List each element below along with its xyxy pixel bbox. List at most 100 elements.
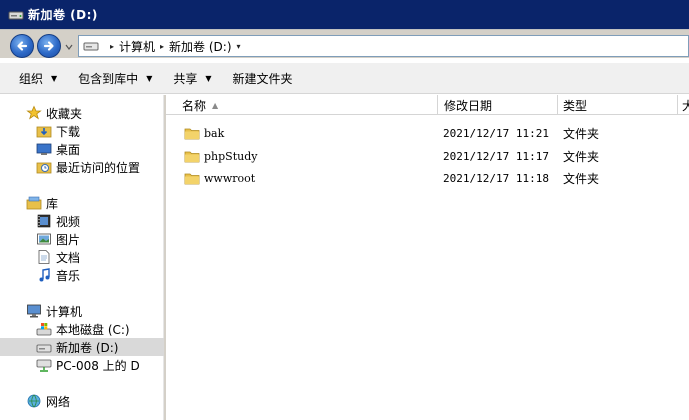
nav-recent-places[interactable]: 最近访问的位置: [0, 158, 164, 176]
file-date: 2021/12/17 11:18: [443, 171, 549, 185]
network-icon: [26, 393, 42, 409]
nav-label: 文档: [56, 250, 81, 265]
recent-pages-dropdown[interactable]: [64, 42, 74, 52]
column-header-size[interactable]: 大: [678, 95, 689, 115]
file-row[interactable]: wwwroot 2021/12/17 11:18 文件夹: [166, 167, 689, 189]
file-type: 文件夹: [563, 126, 600, 141]
nav-new-volume-d[interactable]: 新加卷 (D:): [0, 338, 164, 356]
nav-music[interactable]: 音乐: [0, 266, 164, 284]
command-bar: 组织 ▼ 包含到库中 ▼ 共享 ▼ 新建文件夹: [0, 62, 689, 94]
document-icon: [36, 249, 52, 265]
file-name: wwwroot: [204, 171, 256, 185]
column-header-row: 名称 ▲ 修改日期 类型 大: [166, 95, 689, 115]
file-date: 2021/12/17 11:21: [443, 126, 549, 140]
nav-label: 最近访问的位置: [56, 160, 141, 175]
column-header-name[interactable]: 名称 ▲: [166, 95, 438, 115]
address-bar[interactable]: ▸ 计算机 ▸ 新加卷 (D:) ▾: [78, 35, 689, 57]
folder-icon: [184, 128, 200, 140]
new-folder-button[interactable]: 新建文件夹: [233, 70, 293, 87]
column-date-label: 修改日期: [444, 98, 493, 113]
nav-network[interactable]: 网络: [0, 392, 164, 410]
breadcrumb-new-volume[interactable]: 新加卷 (D:): [169, 38, 231, 55]
organize-label: 组织: [19, 71, 44, 86]
file-list[interactable]: 名称 ▲ 修改日期 类型 大 bak 2021/12/17 11:21 文件夹: [166, 95, 689, 420]
nav-label: 本地磁盘 (C:): [56, 322, 130, 337]
file-name-cell: bak: [166, 125, 438, 141]
chevron-down-icon[interactable]: ▾: [237, 42, 241, 51]
nav-label: 图片: [56, 232, 81, 247]
nav-favorites[interactable]: 收藏夹: [0, 104, 164, 122]
sort-ascending-icon: ▲: [212, 100, 219, 110]
nav-desktop[interactable]: 桌面: [0, 140, 164, 158]
address-row: ▸ 计算机 ▸ 新加卷 (D:) ▾: [0, 34, 689, 58]
breadcrumb-computer[interactable]: 计算机: [119, 38, 155, 55]
nav-computer[interactable]: 计算机: [0, 302, 164, 320]
share-label: 共享: [173, 71, 198, 86]
nav-label: PC-008 上的 D: [56, 358, 140, 373]
forward-arrow-icon: [43, 41, 54, 51]
recent-places-icon: [36, 159, 52, 175]
chevron-down-icon: ▼: [205, 73, 212, 83]
drive-icon: [8, 11, 24, 19]
back-button[interactable]: [10, 34, 34, 58]
library-icon: [26, 195, 42, 211]
chevron-right-icon[interactable]: ▸: [110, 42, 114, 51]
nav-label: 网络: [46, 394, 71, 409]
organize-button[interactable]: 组织 ▼: [19, 70, 57, 87]
include-in-library-button[interactable]: 包含到库中 ▼: [78, 70, 152, 87]
star-icon: [26, 105, 42, 121]
download-folder-icon: [36, 123, 52, 139]
picture-icon: [36, 231, 52, 247]
file-name: phpStudy: [204, 149, 258, 163]
file-name-cell: wwwroot: [166, 170, 438, 186]
chevron-down-icon: ▼: [51, 73, 58, 83]
nav-documents[interactable]: 文档: [0, 248, 164, 266]
drive-icon: [83, 42, 99, 51]
nav-label: 库: [46, 196, 59, 211]
file-date: 2021/12/17 11:17: [443, 149, 549, 163]
navigation-pane[interactable]: 收藏夹 下载 桌面 最近访问的位置 库 视频 图片 文档 音乐 计算机 本地磁盘…: [0, 95, 164, 420]
column-name-label: 名称: [182, 98, 207, 113]
nav-local-disk-c[interactable]: 本地磁盘 (C:): [0, 320, 164, 338]
nav-videos[interactable]: 视频: [0, 212, 164, 230]
nav-label: 桌面: [56, 142, 81, 157]
forward-button[interactable]: [37, 34, 61, 58]
nav-label: 下载: [56, 124, 81, 139]
network-drive-icon: [36, 357, 52, 373]
nav-label: 新加卷 (D:): [56, 340, 119, 355]
nav-label: 计算机: [46, 304, 83, 319]
nav-label: 音乐: [56, 268, 81, 283]
column-size-label: 大: [682, 98, 689, 113]
computer-icon: [26, 303, 42, 319]
include-library-label: 包含到库中: [78, 71, 139, 86]
file-name: bak: [204, 126, 225, 140]
nav-downloads[interactable]: 下载: [0, 122, 164, 140]
local-disk-icon: [36, 321, 52, 337]
music-icon: [36, 267, 52, 283]
file-row[interactable]: phpStudy 2021/12/17 11:17 文件夹: [166, 145, 689, 167]
back-arrow-icon: [17, 41, 28, 51]
file-type: 文件夹: [563, 171, 600, 186]
column-type-label: 类型: [563, 98, 588, 113]
file-row[interactable]: bak 2021/12/17 11:21 文件夹: [166, 122, 689, 144]
nav-label: 收藏夹: [46, 106, 83, 121]
nav-network-drive[interactable]: PC-008 上的 D: [0, 356, 164, 374]
column-header-date[interactable]: 修改日期: [438, 95, 558, 115]
drive-icon: [36, 339, 52, 355]
desktop-icon: [36, 141, 52, 157]
folder-icon: [184, 173, 200, 185]
chevron-down-icon: ▼: [146, 73, 153, 83]
file-name-cell: phpStudy: [166, 148, 438, 164]
file-type: 文件夹: [563, 149, 600, 164]
folder-icon: [184, 151, 200, 163]
title-bar[interactable]: 新加卷 (D:): [0, 0, 689, 30]
new-folder-label: 新建文件夹: [232, 71, 293, 86]
column-header-type[interactable]: 类型: [558, 95, 678, 115]
nav-label: 视频: [56, 214, 81, 229]
video-icon: [36, 213, 52, 229]
nav-pictures[interactable]: 图片: [0, 230, 164, 248]
share-button[interactable]: 共享 ▼: [173, 70, 211, 87]
chevron-right-icon[interactable]: ▸: [160, 42, 164, 51]
nav-libraries[interactable]: 库: [0, 194, 164, 212]
window-title: 新加卷 (D:): [28, 8, 98, 22]
